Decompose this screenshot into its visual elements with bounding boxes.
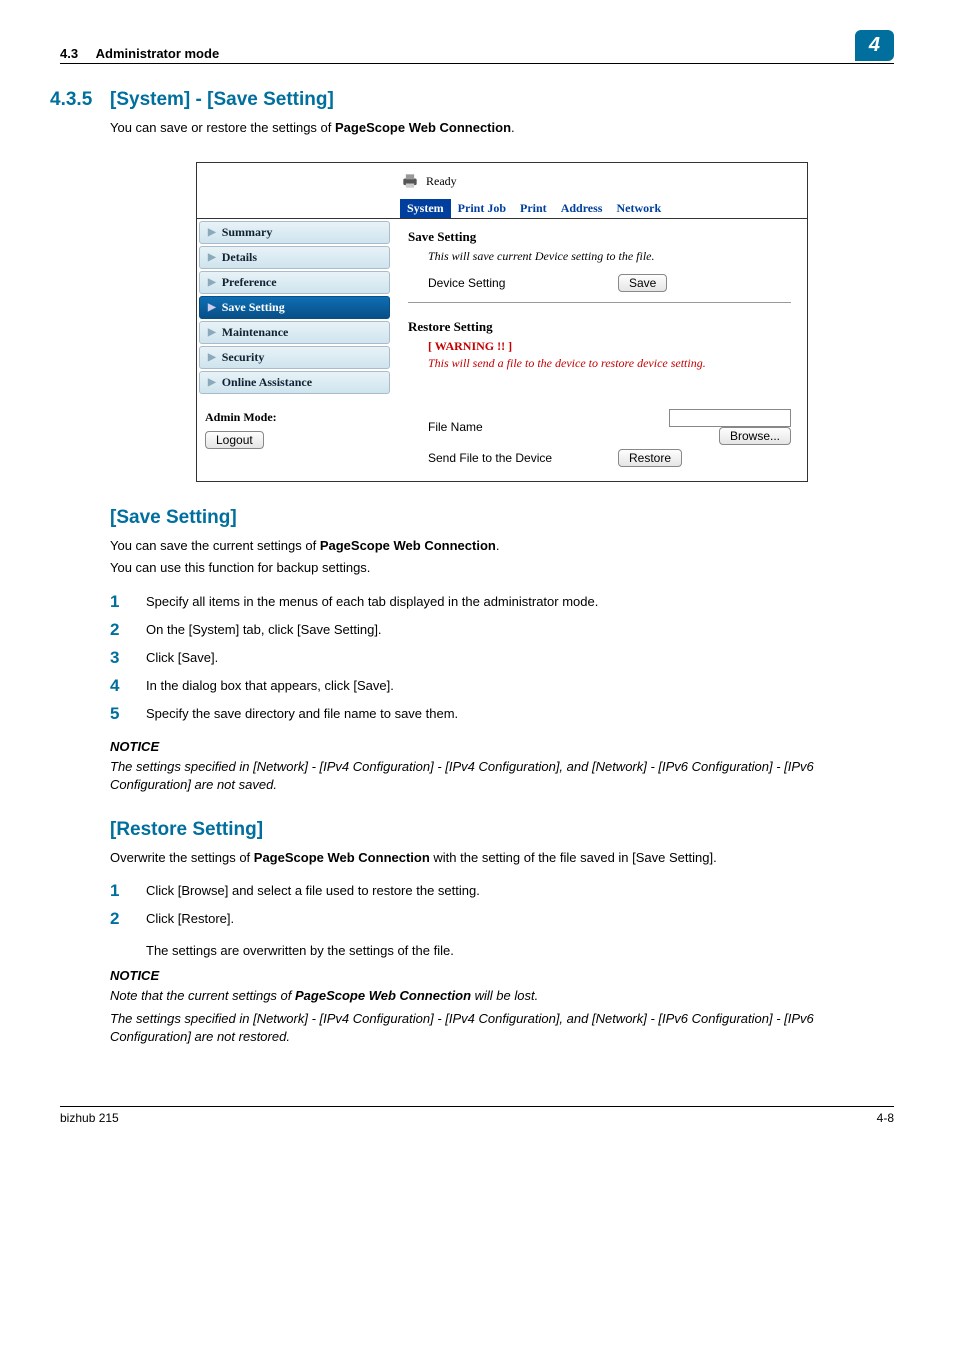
warning-text: This will send a file to the device to r… [428, 356, 791, 371]
section-number: 4.3.5 [50, 89, 110, 111]
save-step-4: In the dialog box that appears, click [S… [110, 672, 894, 700]
header-section-title: Administrator mode [96, 46, 220, 61]
restore-setting-title: Restore Setting [408, 319, 791, 335]
arrow-icon: ▶ [208, 277, 216, 288]
save-button[interactable]: Save [618, 274, 667, 292]
save-setting-desc: This will save current Device setting to… [428, 249, 791, 264]
tab-print[interactable]: Print [513, 199, 554, 218]
restore-notice-title: NOTICE [110, 968, 894, 983]
device-setting-label: Device Setting [428, 276, 598, 290]
restore-steps: Click [Browse] and select a file used to… [110, 877, 894, 933]
status-row: Ready [400, 167, 799, 199]
sidebar-item-preference[interactable]: ▶Preference [199, 271, 390, 294]
restore-step-1: Click [Browse] and select a file used to… [110, 877, 894, 905]
restore-step-2: Click [Restore]. [110, 905, 894, 933]
restore-button[interactable]: Restore [618, 449, 682, 467]
sidebar-item-save-setting[interactable]: ▶Save Setting [199, 296, 390, 319]
tab-address[interactable]: Address [554, 199, 610, 218]
restore-notice-para2: The settings specified in [Network] - [I… [110, 1010, 894, 1046]
logout-button[interactable]: Logout [205, 431, 264, 449]
sidebar-item-online-assistance[interactable]: ▶Online Assistance [199, 371, 390, 394]
tab-print-job[interactable]: Print Job [451, 199, 513, 218]
sidebar-item-details[interactable]: ▶Details [199, 246, 390, 269]
arrow-icon: ▶ [208, 302, 216, 313]
intro-text: You can save or restore the settings of … [110, 119, 894, 137]
backup-text: You can use this function for backup set… [110, 559, 894, 577]
save-step-3: Click [Save]. [110, 644, 894, 672]
send-file-label: Send File to the Device [428, 451, 598, 465]
save-notice-text: The settings specified in [Network] - [I… [110, 758, 894, 794]
restore-setting-intro: Overwrite the settings of PageScope Web … [110, 849, 894, 867]
printer-icon [400, 171, 420, 191]
footer-page-number: 4-8 [877, 1111, 894, 1125]
warning-label: [ WARNING !! ] [428, 339, 791, 354]
screenshot: Ready System Print Job Print Address Net… [196, 162, 808, 482]
tab-system[interactable]: System [400, 199, 451, 218]
tab-network[interactable]: Network [609, 199, 668, 218]
sidebar: ▶Summary ▶Details ▶Preference ▶Save Sett… [197, 219, 392, 481]
sidebar-item-maintenance[interactable]: ▶Maintenance [199, 321, 390, 344]
save-step-2: On the [System] tab, click [Save Setting… [110, 616, 894, 644]
save-setting-heading: [Save Setting] [110, 507, 894, 529]
footer-model: bizhub 215 [60, 1111, 119, 1125]
sidebar-item-security[interactable]: ▶Security [199, 346, 390, 369]
arrow-icon: ▶ [208, 352, 216, 363]
admin-mode-label: Admin Mode: [205, 410, 384, 425]
sidebar-item-summary[interactable]: ▶Summary [199, 221, 390, 244]
section-title: [System] - [Save Setting] [110, 89, 334, 111]
page-header: 4.3 Administrator mode 4 [60, 30, 894, 64]
save-notice-title: NOTICE [110, 739, 894, 754]
browse-button[interactable]: Browse... [719, 427, 791, 445]
arrow-icon: ▶ [208, 377, 216, 388]
save-step-5: Specify the save directory and file name… [110, 700, 894, 728]
file-name-label: File Name [428, 420, 598, 434]
main-panel: Save Setting This will save current Devi… [392, 219, 807, 481]
arrow-icon: ▶ [208, 227, 216, 238]
chapter-badge: 4 [855, 30, 894, 61]
save-setting-intro: You can save the current settings of Pag… [110, 537, 894, 555]
file-name-input[interactable] [669, 409, 791, 427]
top-tabs: System Print Job Print Address Network [400, 199, 799, 218]
header-section-ref: 4.3 [60, 46, 78, 61]
restore-setting-heading: [Restore Setting] [110, 819, 894, 841]
arrow-icon: ▶ [208, 327, 216, 338]
save-step-1: Specify all items in the menus of each t… [110, 588, 894, 616]
status-text: Ready [426, 174, 457, 189]
restore-notice-para1: Note that the current settings of PageSc… [110, 987, 894, 1005]
restore-substep: The settings are overwritten by the sett… [146, 943, 894, 958]
save-steps: Specify all items in the menus of each t… [110, 588, 894, 729]
page-footer: bizhub 215 4-8 [60, 1106, 894, 1125]
arrow-icon: ▶ [208, 252, 216, 263]
save-setting-title: Save Setting [408, 229, 791, 245]
